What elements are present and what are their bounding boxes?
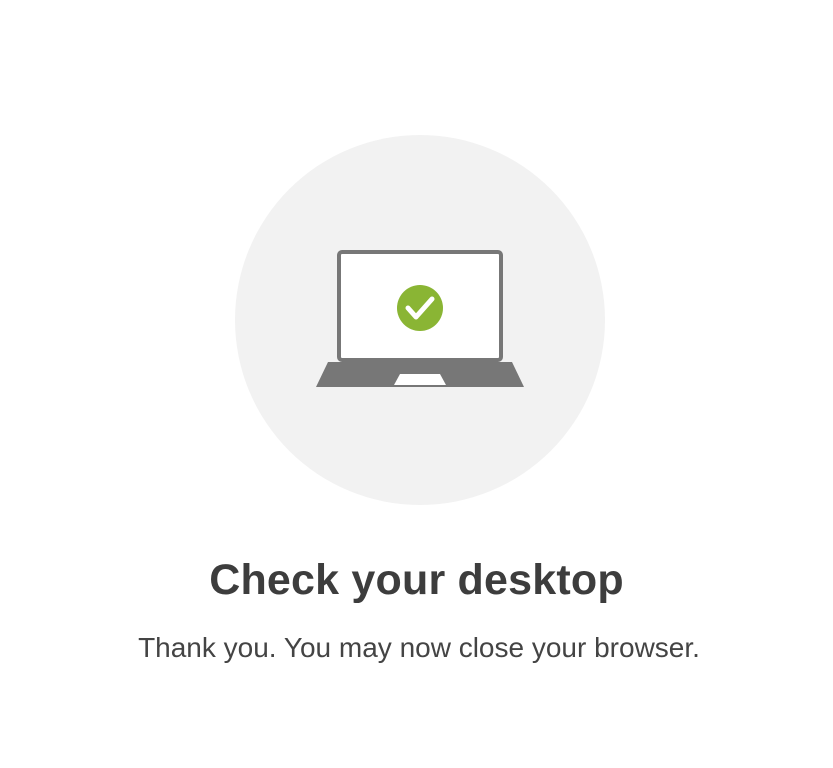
page-title: Check your desktop (209, 556, 624, 604)
laptop-trackpad (394, 374, 446, 385)
check-circle-icon (397, 285, 443, 331)
laptop-check-icon (316, 250, 524, 387)
confirmation-page: Check your desktop Thank you. You may no… (0, 0, 833, 768)
page-message: Thank you. You may now close your browse… (138, 632, 700, 663)
